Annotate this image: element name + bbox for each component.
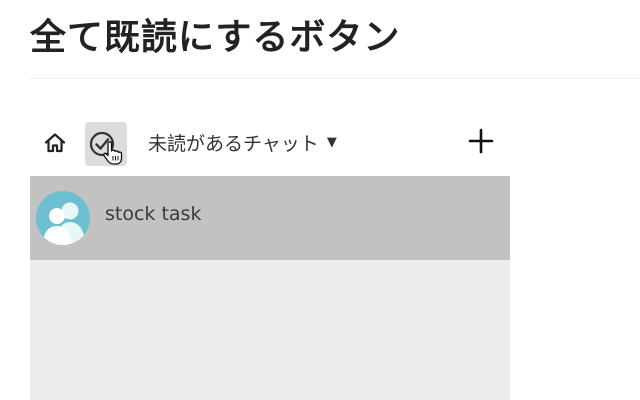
chat-list-item[interactable]: stock task (30, 176, 510, 260)
mark-all-read-button[interactable] (85, 122, 127, 166)
title-divider (30, 78, 640, 79)
page: 全て既読にするボタン 未読があるチャット ▼ stock task (0, 0, 640, 400)
chat-list: stock task (30, 176, 510, 400)
chat-filter-label: 未読があるチャット (148, 132, 319, 155)
add-chat-button[interactable] (466, 126, 496, 156)
home-icon (44, 133, 66, 153)
caret-down-icon: ▼ (326, 134, 337, 150)
chat-panel: 未読があるチャット ▼ stock task (30, 112, 510, 400)
page-title: 全て既読にするボタン (30, 17, 401, 58)
chat-filter-dropdown[interactable]: 未読があるチャット ▼ (148, 128, 337, 156)
home-button[interactable] (40, 128, 70, 158)
group-avatar-icon (43, 202, 85, 245)
hand-pointer-icon (103, 141, 123, 165)
chat-name: stock task (105, 203, 202, 225)
plus-icon (468, 128, 494, 154)
chat-toolbar: 未読があるチャット ▼ (30, 112, 510, 176)
avatar (36, 191, 90, 245)
